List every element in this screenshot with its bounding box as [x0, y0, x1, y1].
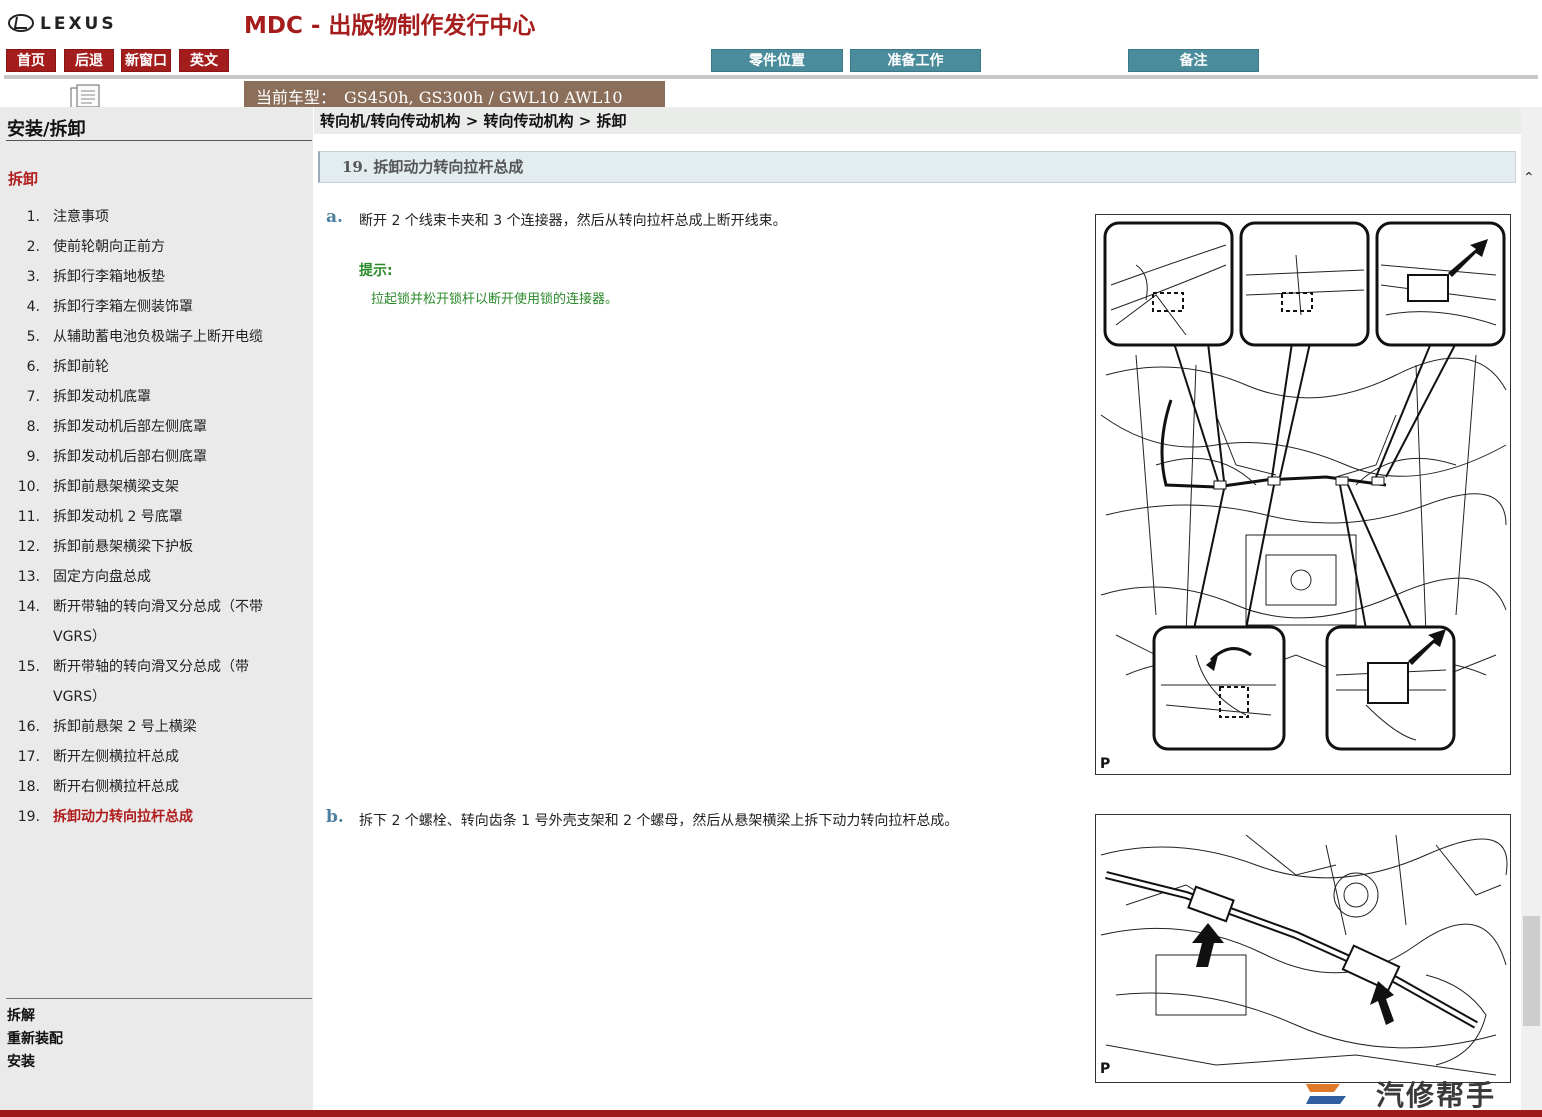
step-item[interactable]: 1. 注意事项 [0, 202, 313, 232]
link-disassembly[interactable]: 拆解 [7, 1005, 63, 1028]
hint-text: 拉起锁并松开锁杆以断开使用锁的连接器。 [371, 292, 619, 307]
step-number: 10. [17, 479, 40, 495]
current-model-tab: 当前车型： GS450h, GS300h / GWL10 AWL10 [244, 81, 665, 107]
step-label[interactable]: 注意事项 [53, 202, 287, 232]
step-item[interactable]: 9. 拆卸发动机后部右侧底罩 [0, 442, 313, 472]
scrollbar-thumb[interactable] [1523, 916, 1540, 1026]
step-number: 9. [26, 449, 40, 465]
step-label[interactable]: 拆卸前悬架横梁支架 [53, 472, 287, 502]
step-item[interactable]: 2. 使前轮朝向正前方 [0, 232, 313, 262]
step-label[interactable]: 拆卸行李箱地板垫 [53, 262, 287, 292]
substep-a-text: 断开 2 个线束卡夹和 3 个连接器，然后从转向拉杆总成上断开线束。 [359, 213, 787, 229]
step-number: 17. [17, 749, 40, 765]
step-number: 15. [17, 659, 40, 675]
step-item[interactable]: 18. 断开右侧横拉杆总成 [0, 772, 313, 802]
step-item[interactable]: 13. 固定方向盘总成 [0, 562, 313, 592]
step-number: 13. [17, 569, 40, 585]
step-label[interactable]: 断开左侧横拉杆总成 [53, 742, 287, 772]
model-label: 当前车型： [256, 88, 337, 107]
step-item[interactable]: 7. 拆卸发动机底罩 [0, 382, 313, 412]
step-number: 4. [26, 299, 40, 315]
step-item[interactable]: 5. 从辅助蓄电池负极端子上断开电缆 [0, 322, 313, 352]
english-button[interactable]: 英文 [179, 49, 229, 72]
footer-bar [0, 1110, 1542, 1117]
step-item[interactable]: 15. 断开带轴的转向滑叉分总成（带 VGRS） [0, 652, 313, 712]
back-button[interactable]: 后退 [64, 49, 114, 72]
step-label[interactable]: 断开带轴的转向滑叉分总成（带 VGRS） [53, 652, 287, 712]
figure-label: P [1100, 1061, 1111, 1077]
link-reassembly[interactable]: 重新装配 [7, 1028, 63, 1051]
model-value: GS450h, GS300h / GWL10 AWL10 [344, 88, 623, 107]
step-label[interactable]: 拆卸行李箱左侧装饰罩 [53, 292, 287, 322]
svg-text:LEXUS: LEXUS [40, 14, 117, 34]
step-item[interactable]: 8. 拆卸发动机后部左侧底罩 [0, 412, 313, 442]
step-number: 12. [17, 539, 40, 555]
breadcrumb[interactable]: 转向机/转向传动机构 > 转向传动机构 > 拆卸 [320, 110, 627, 131]
illustration-connectors: P [1095, 214, 1511, 775]
step-label[interactable]: 从辅助蓄电池负极端子上断开电缆 [53, 322, 287, 352]
sidebar-divider [6, 998, 312, 999]
step-item[interactable]: 4. 拆卸行李箱左侧装饰罩 [0, 292, 313, 322]
step-label[interactable]: 断开右侧横拉杆总成 [53, 772, 287, 802]
step-item[interactable]: 3. 拆卸行李箱地板垫 [0, 262, 313, 292]
step-number: 11. [17, 509, 40, 525]
step-item-active[interactable]: 19. 拆卸动力转向拉杆总成 [0, 802, 313, 832]
sidebar-title: 安装/拆卸 [7, 119, 86, 140]
step-label[interactable]: 断开带轴的转向滑叉分总成（不带 VGRS） [53, 592, 287, 652]
step-number: 1. [26, 209, 40, 225]
step-label[interactable]: 固定方向盘总成 [53, 562, 287, 592]
step-item[interactable]: 17. 断开左侧横拉杆总成 [0, 742, 313, 772]
step-label[interactable]: 拆卸前悬架 2 号上横梁 [53, 712, 287, 742]
step-heading: 19. 拆卸动力转向拉杆总成 [318, 151, 1516, 183]
notes-button[interactable]: 备注 [1128, 49, 1259, 72]
step-label[interactable]: 拆卸发动机底罩 [53, 382, 287, 412]
step-label[interactable]: 拆卸发动机 2 号底罩 [53, 502, 287, 532]
sidebar-links: 拆解 重新装配 安装 [7, 1005, 63, 1074]
step-number: 16. [17, 719, 40, 735]
step-number: 7. [26, 389, 40, 405]
watermark-text: 汽修帮手 [1376, 1079, 1497, 1112]
step-number: 3. [26, 269, 40, 285]
illustration-steering-rack: P [1095, 814, 1511, 1083]
step-number: 5. [26, 329, 40, 345]
sidebar-divider [6, 140, 312, 141]
header-divider [4, 75, 1538, 79]
preparation-button[interactable]: 准备工作 [850, 49, 981, 72]
scroll-up-icon[interactable]: ⌃ [1523, 170, 1535, 186]
step-item[interactable]: 6. 拆卸前轮 [0, 352, 313, 382]
step-label[interactable]: 拆卸发动机后部左侧底罩 [53, 412, 287, 442]
step-label[interactable]: 拆卸动力转向拉杆总成 [53, 802, 287, 832]
new-window-button[interactable]: 新窗口 [121, 49, 171, 72]
link-installation[interactable]: 安装 [7, 1051, 63, 1074]
document-icon[interactable] [68, 84, 106, 109]
step-number: 8. [26, 419, 40, 435]
substep-b-letter: b. [326, 807, 344, 827]
step-item[interactable]: 16. 拆卸前悬架 2 号上横梁 [0, 712, 313, 742]
step-number: 6. [26, 359, 40, 375]
step-label[interactable]: 拆卸前轮 [53, 352, 287, 382]
step-number: 14. [17, 599, 40, 615]
step-number: 18. [17, 779, 40, 795]
step-item[interactable]: 12. 拆卸前悬架横梁下护板 [0, 532, 313, 562]
hint-label: 提示: [359, 263, 393, 279]
sidebar-section-removal[interactable]: 拆卸 [8, 168, 38, 189]
step-item[interactable]: 11. 拆卸发动机 2 号底罩 [0, 502, 313, 532]
parts-location-button[interactable]: 零件位置 [711, 49, 843, 72]
step-label[interactable]: 拆卸发动机后部右侧底罩 [53, 442, 287, 472]
sidebar: 安装/拆卸 拆卸 1. 注意事项 2. 使前轮朝向正前方 3. 拆卸行李箱地板垫 4.… [0, 107, 313, 1110]
substep-a-letter: a. [326, 207, 343, 227]
step-item[interactable]: 10. 拆卸前悬架横梁支架 [0, 472, 313, 502]
step-number: 2. [26, 239, 40, 255]
step-number: 19. [17, 809, 40, 825]
app-title: MDC - 出版物制作发行中心 [244, 13, 536, 39]
procedure-step-list: 1. 注意事项 2. 使前轮朝向正前方 3. 拆卸行李箱地板垫 4. 拆卸行李箱左侧装饰… [0, 202, 313, 832]
lexus-logo: LEXUS [6, 10, 136, 36]
figure-label: P [1100, 756, 1111, 772]
home-button[interactable]: 首页 [6, 49, 56, 72]
substep-b-text: 拆下 2 个螺栓、转向齿条 1 号外壳支架和 2 个螺母，然后从悬架横梁上拆下动… [359, 813, 959, 829]
step-label[interactable]: 使前轮朝向正前方 [53, 232, 287, 262]
step-label[interactable]: 拆卸前悬架横梁下护板 [53, 532, 287, 562]
step-item[interactable]: 14. 断开带轴的转向滑叉分总成（不带 VGRS） [0, 592, 313, 652]
